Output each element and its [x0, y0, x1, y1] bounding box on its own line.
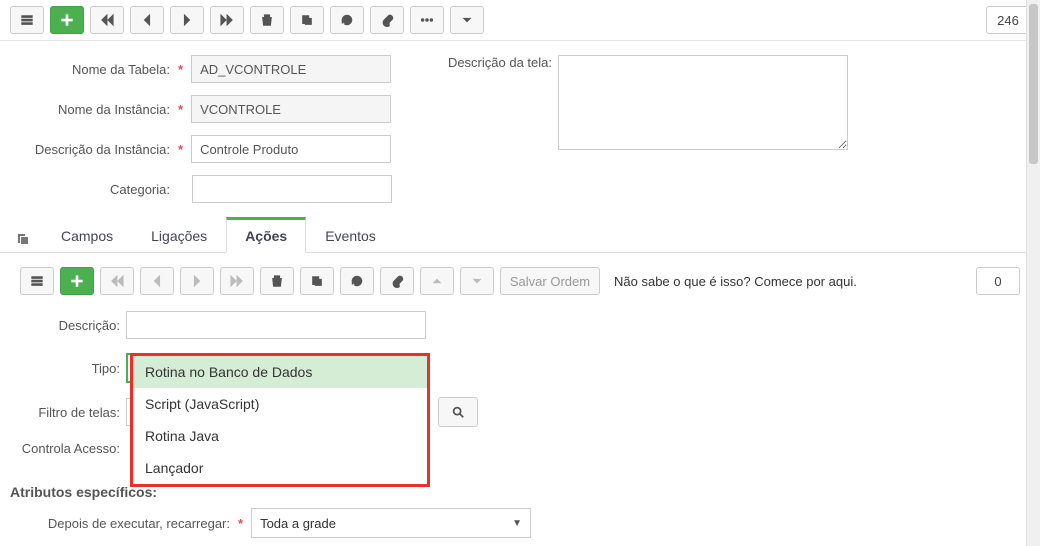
label-descricao: Descrição: [10, 318, 120, 333]
scrollbar-thumb[interactable] [1029, 4, 1038, 164]
help-text[interactable]: Não sabe o que é isso? Comece por aqui. [614, 274, 857, 289]
list-button-inner[interactable] [20, 267, 54, 295]
input-descr-instancia[interactable] [191, 135, 391, 163]
label-controla-acesso: Controla Acesso: [10, 441, 120, 456]
list-button[interactable] [10, 6, 44, 34]
required-mark: * [176, 102, 185, 117]
refresh-button[interactable] [330, 6, 364, 34]
last-button-inner[interactable] [220, 267, 254, 295]
tipo-option-0[interactable]: Rotina no Banco de Dados [133, 356, 427, 388]
add-button-inner[interactable] [60, 267, 94, 295]
tab-campos[interactable]: Campos [42, 219, 132, 252]
label-categoria: Categoria: [20, 182, 170, 197]
attach-button-inner[interactable] [380, 267, 414, 295]
tabs: Campos Ligações Ações Eventos [0, 217, 1040, 253]
dropdown-toggle[interactable] [450, 6, 484, 34]
label-filtro-telas: Filtro de telas: [10, 405, 120, 420]
add-button[interactable] [50, 6, 84, 34]
label-descr-instancia: Descrição da Instância: [20, 142, 170, 157]
prev-button-inner[interactable] [140, 267, 174, 295]
record-counter: 246 [986, 6, 1030, 34]
toolbar-inner: Salvar Ordem Não sabe o que é isso? Come… [10, 261, 1030, 301]
delete-button-inner[interactable] [260, 267, 294, 295]
form-lower: Depois de executar, recarregar: * Toda a… [0, 502, 1040, 546]
input-nome-tabela[interactable] [191, 55, 391, 83]
move-up-button[interactable] [420, 267, 454, 295]
input-nome-instancia[interactable] [191, 95, 391, 123]
input-descricao[interactable] [126, 311, 426, 339]
required-mark: * [236, 516, 245, 531]
more-button[interactable] [410, 6, 444, 34]
required-mark: * [176, 142, 185, 157]
toolbar-top: 246 [0, 0, 1040, 41]
form-header: Nome da Tabela: * Nome da Instância: * D… [0, 41, 1040, 207]
input-categoria[interactable] [192, 175, 392, 203]
tipo-option-2[interactable]: Rotina Java [133, 420, 427, 452]
delete-button[interactable] [250, 6, 284, 34]
tipo-option-1[interactable]: Script (JavaScript) [133, 388, 427, 420]
duplicate-button-inner[interactable] [300, 267, 334, 295]
first-button[interactable] [90, 6, 124, 34]
record-counter-inner: 0 [976, 267, 1020, 295]
tab-ligacoes[interactable]: Ligações [132, 219, 226, 252]
label-descr-tela: Descrição da tela: [432, 55, 552, 70]
textarea-descr-tela[interactable] [558, 55, 848, 150]
label-depois-executar: Depois de executar, recarregar: [10, 516, 230, 531]
label-nome-instancia: Nome da Instância: [20, 102, 170, 117]
select-depois-executar[interactable]: Toda a grade [251, 508, 531, 538]
copy-icon[interactable] [10, 226, 36, 252]
scrollbar[interactable] [1026, 0, 1040, 546]
tab-acoes[interactable]: Ações [226, 217, 306, 253]
required-mark: * [176, 62, 185, 77]
next-button[interactable] [170, 6, 204, 34]
salvar-ordem-button[interactable]: Salvar Ordem [500, 267, 600, 295]
first-button-inner[interactable] [100, 267, 134, 295]
tipo-option-3[interactable]: Lançador [133, 452, 427, 484]
tipo-dropdown: Rotina no Banco de Dados Script (JavaScr… [130, 353, 430, 487]
next-button-inner[interactable] [180, 267, 214, 295]
duplicate-button[interactable] [290, 6, 324, 34]
search-button[interactable] [438, 397, 478, 427]
tab-eventos[interactable]: Eventos [306, 219, 395, 252]
refresh-button-inner[interactable] [340, 267, 374, 295]
prev-button[interactable] [130, 6, 164, 34]
attach-button[interactable] [370, 6, 404, 34]
last-button[interactable] [210, 6, 244, 34]
label-tipo: Tipo: [10, 361, 120, 376]
move-down-button[interactable] [460, 267, 494, 295]
label-nome-tabela: Nome da Tabela: [20, 62, 170, 77]
